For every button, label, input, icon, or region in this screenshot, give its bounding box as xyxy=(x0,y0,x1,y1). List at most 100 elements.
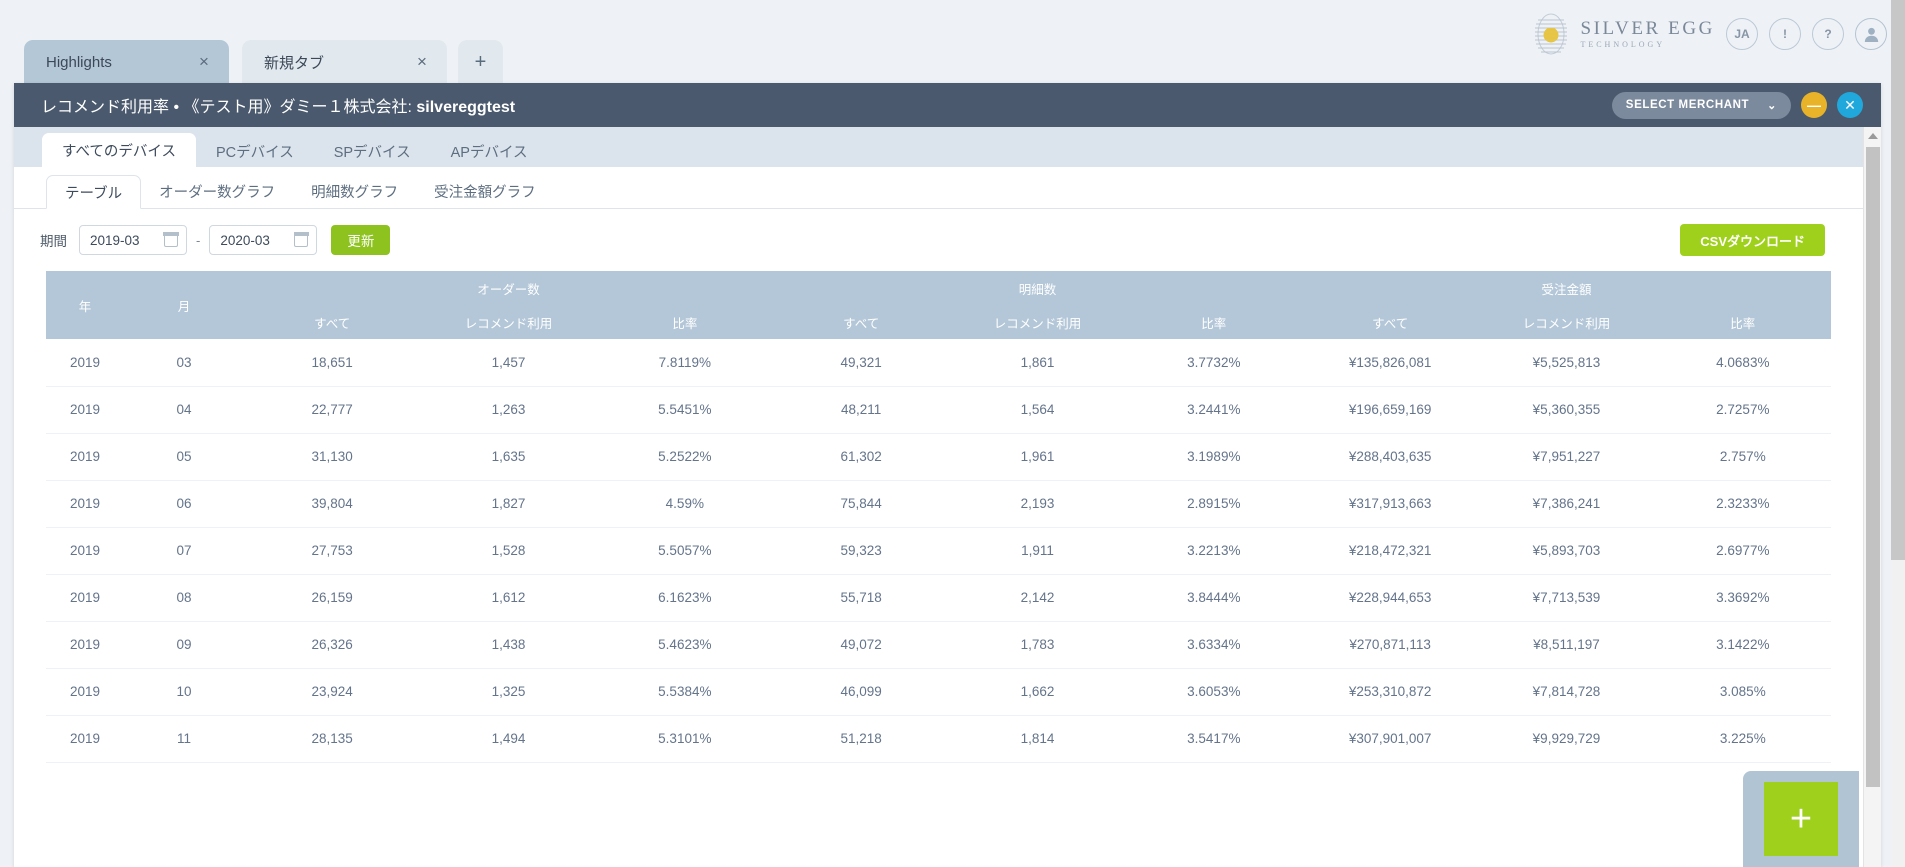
table-row: 2019 04 22,777 1,263 5.5451% 48,211 1,564 3.244… xyxy=(46,386,1831,434)
window-title-bar: レコメンド利用率 • 《テスト用》ダミー１株式会社: silvereggtest… xyxy=(14,83,1881,127)
tab-order-amount-graph[interactable]: 受注金額グラフ xyxy=(416,174,554,208)
close-icon[interactable]: × xyxy=(411,52,433,74)
cell-detail-reco: 1,961 xyxy=(949,433,1126,481)
cell-amount-reco: ¥7,713,539 xyxy=(1478,574,1655,622)
tab-all-devices[interactable]: すべてのデバイス xyxy=(42,133,196,167)
select-merchant-button[interactable]: SELECT MERCHANT ⌄ xyxy=(1611,91,1791,119)
table-container: 年 月 オーダー数 明細数 受注金額 すべて レコメンド利用 比率 すべて レコ… xyxy=(14,271,1863,763)
cell-month: 09 xyxy=(124,621,244,669)
cell-amount-all: ¥135,826,081 xyxy=(1301,339,1479,387)
page-title-text: レコメンド利用率 • 《テスト用》ダミー１株式会社: xyxy=(41,99,417,116)
cell-order-reco: 1,457 xyxy=(420,339,597,387)
close-icon[interactable]: × xyxy=(193,52,215,74)
cell-order-all: 23,924 xyxy=(244,668,421,716)
app-window: レコメンド利用率 • 《テスト用》ダミー１株式会社: silvereggtest… xyxy=(14,83,1881,867)
cell-order-ratio: 5.2522% xyxy=(596,433,773,481)
alert-icon[interactable]: ! xyxy=(1769,18,1801,50)
tab-order-count-graph[interactable]: オーダー数グラフ xyxy=(141,174,293,208)
cell-detail-reco: 1,911 xyxy=(949,527,1126,575)
date-from-input[interactable]: 2019-03 xyxy=(79,225,187,255)
avatar[interactable] xyxy=(1855,18,1887,50)
cell-year: 2019 xyxy=(46,527,124,575)
cell-order-reco: 1,528 xyxy=(420,527,597,575)
date-to-input[interactable]: 2020-03 xyxy=(209,225,318,255)
scrollable-region: すべてのデバイス PCデバイス SPデバイス APデバイス テーブル オーダー数… xyxy=(14,127,1863,867)
table-row: 2019 09 26,326 1,438 5.4623% 49,072 1,783 3.633… xyxy=(46,621,1831,669)
cell-amount-reco: ¥7,386,241 xyxy=(1478,480,1655,528)
cell-detail-ratio: 3.6334% xyxy=(1125,621,1302,669)
table-row: 2019 07 27,753 1,528 5.5057% 59,323 1,911 3.221… xyxy=(46,527,1831,575)
tab-sp-devices[interactable]: SPデバイス xyxy=(314,135,431,167)
cell-amount-ratio: 3.085% xyxy=(1654,668,1831,716)
cell-detail-reco: 1,861 xyxy=(949,339,1126,387)
calendar-icon xyxy=(163,232,179,247)
add-button[interactable]: + xyxy=(1764,782,1838,856)
cell-detail-reco: 1,814 xyxy=(949,715,1126,763)
col-header-month: 月 xyxy=(177,299,191,314)
col-header-amount-reco: レコメンド利用 xyxy=(1522,316,1611,331)
cell-order-all: 18,651 xyxy=(244,339,421,387)
minimize-button[interactable]: — xyxy=(1801,92,1827,118)
tab-detail-count-graph[interactable]: 明細数グラフ xyxy=(293,174,416,208)
scroll-up-icon[interactable] xyxy=(1864,127,1881,145)
col-header-order-reco: レコメンド利用 xyxy=(464,316,553,331)
csv-download-button[interactable]: CSVダウンロード xyxy=(1680,224,1825,256)
cell-detail-all: 61,302 xyxy=(772,433,950,481)
cell-detail-reco: 2,193 xyxy=(949,480,1126,528)
cell-detail-ratio: 3.2441% xyxy=(1125,386,1302,434)
cell-amount-reco: ¥5,360,355 xyxy=(1478,386,1655,434)
cell-amount-ratio: 3.1422% xyxy=(1654,621,1831,669)
cell-amount-all: ¥196,659,169 xyxy=(1301,386,1479,434)
page-scrollbar[interactable] xyxy=(1891,0,1905,867)
silver-egg-logo: SILVER EGG TECHNOLOGY xyxy=(1531,12,1715,56)
cell-detail-ratio: 3.8444% xyxy=(1125,574,1302,622)
cell-amount-ratio: 2.6977% xyxy=(1654,527,1831,575)
col-header-order-all: すべて xyxy=(314,316,351,331)
cell-detail-reco: 2,142 xyxy=(949,574,1126,622)
content-scrollbar[interactable] xyxy=(1863,127,1881,867)
cell-year: 2019 xyxy=(46,621,124,669)
new-tab-button[interactable]: + xyxy=(458,40,503,85)
cell-order-all: 28,135 xyxy=(244,715,421,763)
cell-month: 04 xyxy=(124,386,244,434)
cell-detail-ratio: 3.2213% xyxy=(1125,527,1302,575)
filter-toolbar: 期間 2019-03 - 2020-03 更新 CSVダウンロード xyxy=(14,209,1863,271)
tab-table[interactable]: テーブル xyxy=(46,175,142,209)
tab-ap-devices[interactable]: APデバイス xyxy=(431,135,548,167)
col-header-amount-ratio: 比率 xyxy=(1730,316,1756,331)
logo-line-1: SILVER EGG xyxy=(1580,18,1715,39)
brand-bar: SILVER EGG TECHNOLOGY JA ! ? xyxy=(1531,8,1887,60)
update-button[interactable]: 更新 xyxy=(331,225,391,255)
close-window-button[interactable]: ✕ xyxy=(1837,92,1863,118)
cell-order-reco: 1,635 xyxy=(420,433,597,481)
browser-tab-new[interactable]: 新規タブ × xyxy=(242,40,447,85)
table-row: 2019 11 28,135 1,494 5.3101% 51,218 1,814 3.541… xyxy=(46,715,1831,763)
browser-tab-highlights[interactable]: Highlights × xyxy=(24,40,229,85)
col-group-order-amount: 受注金額 xyxy=(1541,282,1592,297)
page-scrollbar-thumb[interactable] xyxy=(1891,0,1905,560)
cell-detail-reco: 1,662 xyxy=(949,668,1126,716)
cell-order-ratio: 7.8119% xyxy=(596,339,773,387)
cell-detail-ratio: 3.7732% xyxy=(1125,339,1302,387)
cell-amount-all: ¥218,472,321 xyxy=(1301,527,1479,575)
help-icon[interactable]: ? xyxy=(1812,18,1844,50)
cell-order-reco: 1,494 xyxy=(420,715,597,763)
cell-order-ratio: 5.5057% xyxy=(596,527,773,575)
col-header-amount-all: すべて xyxy=(1372,316,1409,331)
table-head: 年 月 オーダー数 明細数 受注金額 すべて レコメンド利用 比率 すべて レコ… xyxy=(46,271,1831,339)
cell-month: 10 xyxy=(124,668,244,716)
scrollbar-thumb[interactable] xyxy=(1866,147,1880,787)
tab-pc-devices[interactable]: PCデバイス xyxy=(196,135,314,167)
date-to-value: 2020-03 xyxy=(220,232,270,248)
cell-detail-reco: 1,564 xyxy=(949,386,1126,434)
select-merchant-label: SELECT MERCHANT xyxy=(1625,99,1750,111)
language-button[interactable]: JA xyxy=(1726,18,1758,50)
cell-year: 2019 xyxy=(46,715,124,763)
view-tab-bar: テーブル オーダー数グラフ 明細数グラフ 受注金額グラフ xyxy=(14,167,1863,209)
cell-amount-reco: ¥9,929,729 xyxy=(1478,715,1655,763)
cell-amount-all: ¥317,913,663 xyxy=(1301,480,1479,528)
browser-tab-label: 新規タブ xyxy=(264,55,325,72)
cell-detail-all: 51,218 xyxy=(772,715,950,763)
cell-month: 06 xyxy=(124,480,244,528)
cell-detail-all: 48,211 xyxy=(772,386,950,434)
